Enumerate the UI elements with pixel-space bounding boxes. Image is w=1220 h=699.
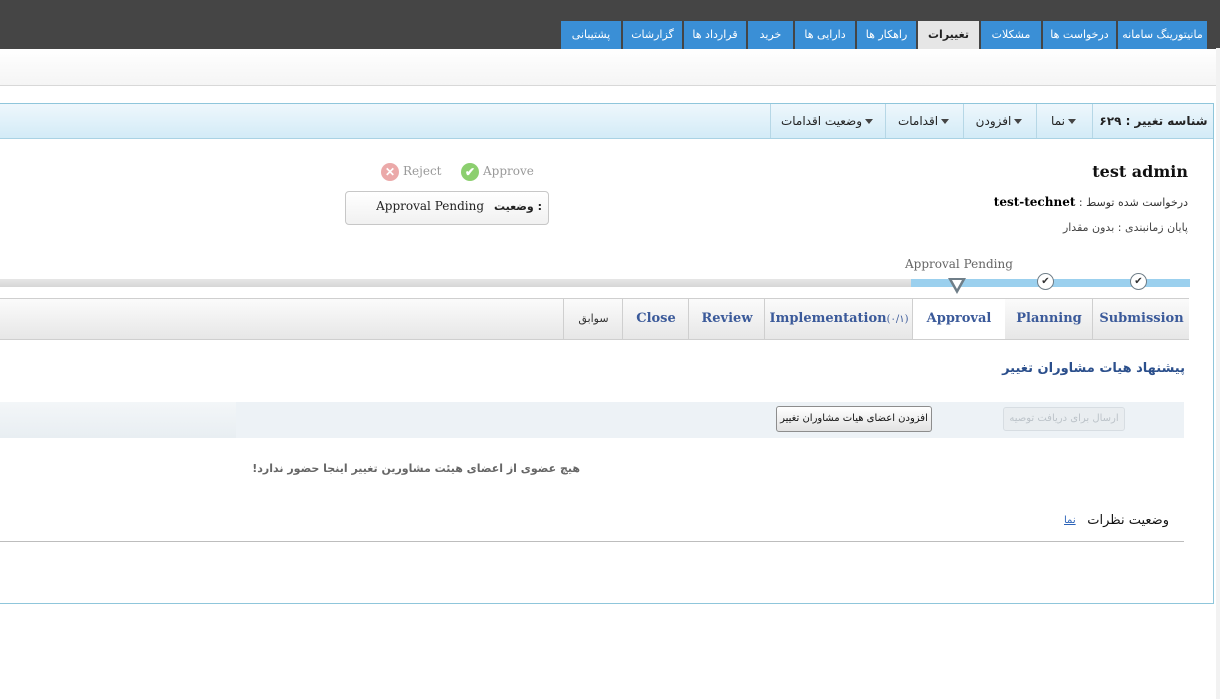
tab-history[interactable]: سوابق [563,299,623,339]
close-circle-icon: ✕ [381,162,399,181]
add-cab-members-button[interactable]: افزودن اعضای هیات مشاوران تغییر [776,406,932,432]
nav-item-contracts[interactable]: قرارداد ها [684,21,746,49]
approve-label: Approve [483,164,534,178]
stage-progress-bar [0,279,1190,287]
nav-item-support[interactable]: پشتیبانی [561,21,621,49]
view-menu[interactable]: نما [1036,104,1093,138]
nav-item-reports[interactable]: گزارشات [623,21,682,49]
main-nav: مانیتورینگ سامانه درخواست ها مشکلات تغیی… [561,21,1211,50]
tab-implementation-label: Implementation [769,311,887,326]
stage-tabs: Submission Planning Approval Implementat… [0,298,1189,340]
current-stage-marker-inner [952,280,962,289]
nav-item-requests[interactable]: درخواست ها [1043,21,1116,49]
nav-item-problems[interactable]: مشکلات [981,21,1041,49]
schedule-end: پایان زمانبندی : بدون مقدار [1062,221,1188,234]
reject-button[interactable]: ✕ Reject [381,160,442,182]
nav-item-assets[interactable]: دارایی ها [795,21,855,49]
chevron-down-icon [1067,119,1076,124]
send-for-recommendation-button[interactable]: ارسال برای دریافت توصیه [1003,407,1125,431]
nav-item-system-monitoring[interactable]: مانیتورینگ سامانه [1118,21,1207,49]
votes-status-title: وضعیت نظرات [1087,513,1169,528]
tab-implementation-count: (۰/۱) [886,314,909,325]
status-label: وضعیت : [493,200,542,213]
current-stage-label: Approval Pending [905,257,1013,271]
requested-by-label: درخواست شده توسط : [1078,196,1188,209]
chevron-down-icon [1014,119,1023,124]
requester-name: test-technet [993,195,1076,209]
chevron-down-icon [865,119,874,124]
change-details-panel: شناسه تغییر : ۶۲۹ نما افزودن اقدامات وضع… [0,103,1214,604]
chevron-down-icon [941,119,950,124]
section-divider [0,541,1184,542]
check-icon: ✔ [1130,273,1147,290]
approval-status-box: وضعیت : Approval Pending [345,191,549,225]
status-value: Approval Pending [376,199,484,213]
cab-action-bar: ارسال برای دریافت توصیه افزودن اعضای هیا… [0,402,1184,438]
nav-item-changes[interactable]: تغییرات [918,21,979,50]
tab-approval[interactable]: Approval [912,299,1005,339]
action-status-menu[interactable]: وضعیت اقدامات [770,104,886,138]
action-status-menu-label: وضعیت اقدامات [780,114,863,128]
tab-implementation[interactable]: Implementation(۰/۱) [764,299,913,339]
nav-item-purchase[interactable]: خرید [748,21,793,49]
tab-planning[interactable]: Planning [1004,299,1093,339]
check-circle-icon: ✔ [461,162,479,181]
add-menu[interactable]: افزودن [963,104,1037,138]
approve-button[interactable]: ✔ Approve [461,160,534,182]
add-menu-label: افزودن [975,114,1012,128]
check-icon: ✔ [1037,273,1054,290]
scrollbar[interactable] [1216,48,1220,699]
change-id-label: شناسه تغییر : ۶۲۹ [1092,104,1214,138]
view-menu-label: نما [1051,114,1065,128]
requested-by: درخواست شده توسط : test-technet [994,195,1188,209]
tab-close[interactable]: Close [622,299,689,339]
change-title: test admin [1092,162,1188,181]
no-members-message: هیچ عضوی از اعضای هیئت مشاورین تغییر این… [252,462,580,475]
top-header-bar: مانیتورینگ سامانه درخواست ها مشکلات تغیی… [0,0,1220,50]
actions-menu-label: اقدامات [897,114,939,128]
sub-header-bar [0,49,1220,86]
actions-menu[interactable]: اقدامات [885,104,964,138]
nav-item-solutions[interactable]: راهکار ها [857,21,916,49]
tab-review[interactable]: Review [688,299,765,339]
votes-view-link[interactable]: نما [1064,515,1076,526]
reject-label: Reject [403,164,442,178]
change-toolbar: شناسه تغییر : ۶۲۹ نما افزودن اقدامات وضع… [0,104,1213,139]
cab-section-title: پیشنهاد هیات مشاوران تغییر [1002,361,1185,376]
tab-submission[interactable]: Submission [1092,299,1190,339]
